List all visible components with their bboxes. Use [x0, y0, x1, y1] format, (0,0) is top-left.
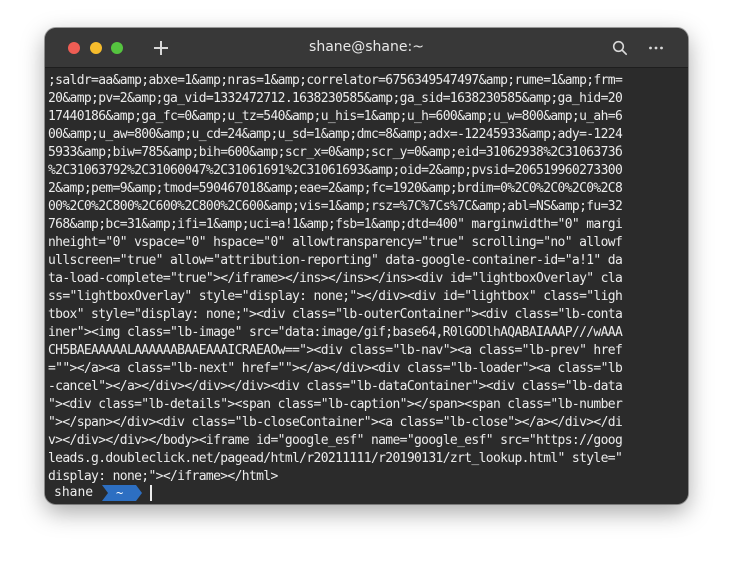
terminal-line: -cancel"></a></div></div></div><div clas… — [48, 379, 623, 394]
terminal-line: iner"><img class="lb-image" src="data:im… — [48, 325, 623, 340]
terminal-line: ;saldr=aa&amp;abxe=1&amp;nras=1&amp;corr… — [48, 73, 623, 88]
search-button[interactable] — [612, 40, 628, 56]
terminal-line: CH5BAEAAAAALAAAAAABAAEAAAICRAEAOw=="><di… — [48, 343, 623, 358]
menu-button[interactable] — [647, 40, 665, 56]
terminal-line: 20&amp;pv=2&amp;ga_vid=1332472712.163823… — [48, 91, 623, 106]
window-title: shane@shane:~ — [309, 39, 424, 55]
terminal-line: 5933&amp;biw=785&amp;bih=600&amp;scr_x=0… — [48, 145, 623, 160]
prompt-directory: ~ — [116, 486, 124, 500]
terminal-window: shane@shane:~ ;saldr=aa&amp;abxe=1&amp;n… — [45, 28, 688, 504]
terminal-line: 00&amp;u_aw=800&amp;u_cd=24&amp;u_sd=1&a… — [48, 127, 623, 142]
terminal-line: =""></a><a class="lb-next" href=""></a><… — [48, 361, 623, 376]
terminal-line: 2&amp;pem=9&amp;tmod=590467018&amp;eae=2… — [48, 181, 623, 196]
shell-prompt[interactable]: shane ~ — [45, 484, 688, 502]
prompt-directory-segment: ~ — [102, 485, 142, 501]
terminal-line: tbox" style="display: none;"><div class=… — [48, 307, 623, 322]
terminal-output: ;saldr=aa&amp;abxe=1&amp;nras=1&amp;corr… — [48, 72, 688, 486]
terminal-line: "></span></div><div class="lb-closeConta… — [48, 415, 623, 430]
search-icon — [612, 40, 628, 56]
terminal-line: ullscreen="true" allow="attribution-repo… — [48, 253, 623, 268]
terminal-line: %2C31063792%2C31060047%2C31061691%2C3106… — [48, 163, 623, 178]
prompt-user: shane — [54, 485, 94, 500]
terminal-line: v></div></div></body><iframe id="google_… — [48, 433, 623, 448]
terminal-line: 768&amp;bc=31&amp;ifi=1&amp;uci=a!1&amp;… — [48, 217, 623, 232]
terminal-view[interactable]: ;saldr=aa&amp;abxe=1&amp;nras=1&amp;corr… — [45, 68, 688, 504]
terminal-line: nheight="0" vspace="0" hspace="0" allowt… — [48, 235, 623, 250]
terminal-line: ss="lightboxOverlay" style="display: non… — [48, 289, 623, 304]
title-bar[interactable]: shane@shane:~ — [45, 28, 688, 68]
text-cursor — [150, 485, 152, 501]
terminal-line: 17440186&amp;ga_fc=0&amp;u_tz=540&amp;u_… — [48, 109, 623, 124]
terminal-line: 00%2C0%2C800%2C600%2C800%2C600&amp;vis=1… — [48, 199, 623, 214]
ellipsis-icon — [649, 46, 663, 50]
terminal-line: ta-load-complete="true"></iframe></ins><… — [48, 271, 623, 286]
terminal-line: "><div class="lb-details"><span class="l… — [48, 397, 623, 412]
terminal-line: leads.g.doubleclick.net/pagead/html/r202… — [48, 451, 623, 466]
terminal-line: display: none;"></iframe></html> — [48, 469, 278, 484]
